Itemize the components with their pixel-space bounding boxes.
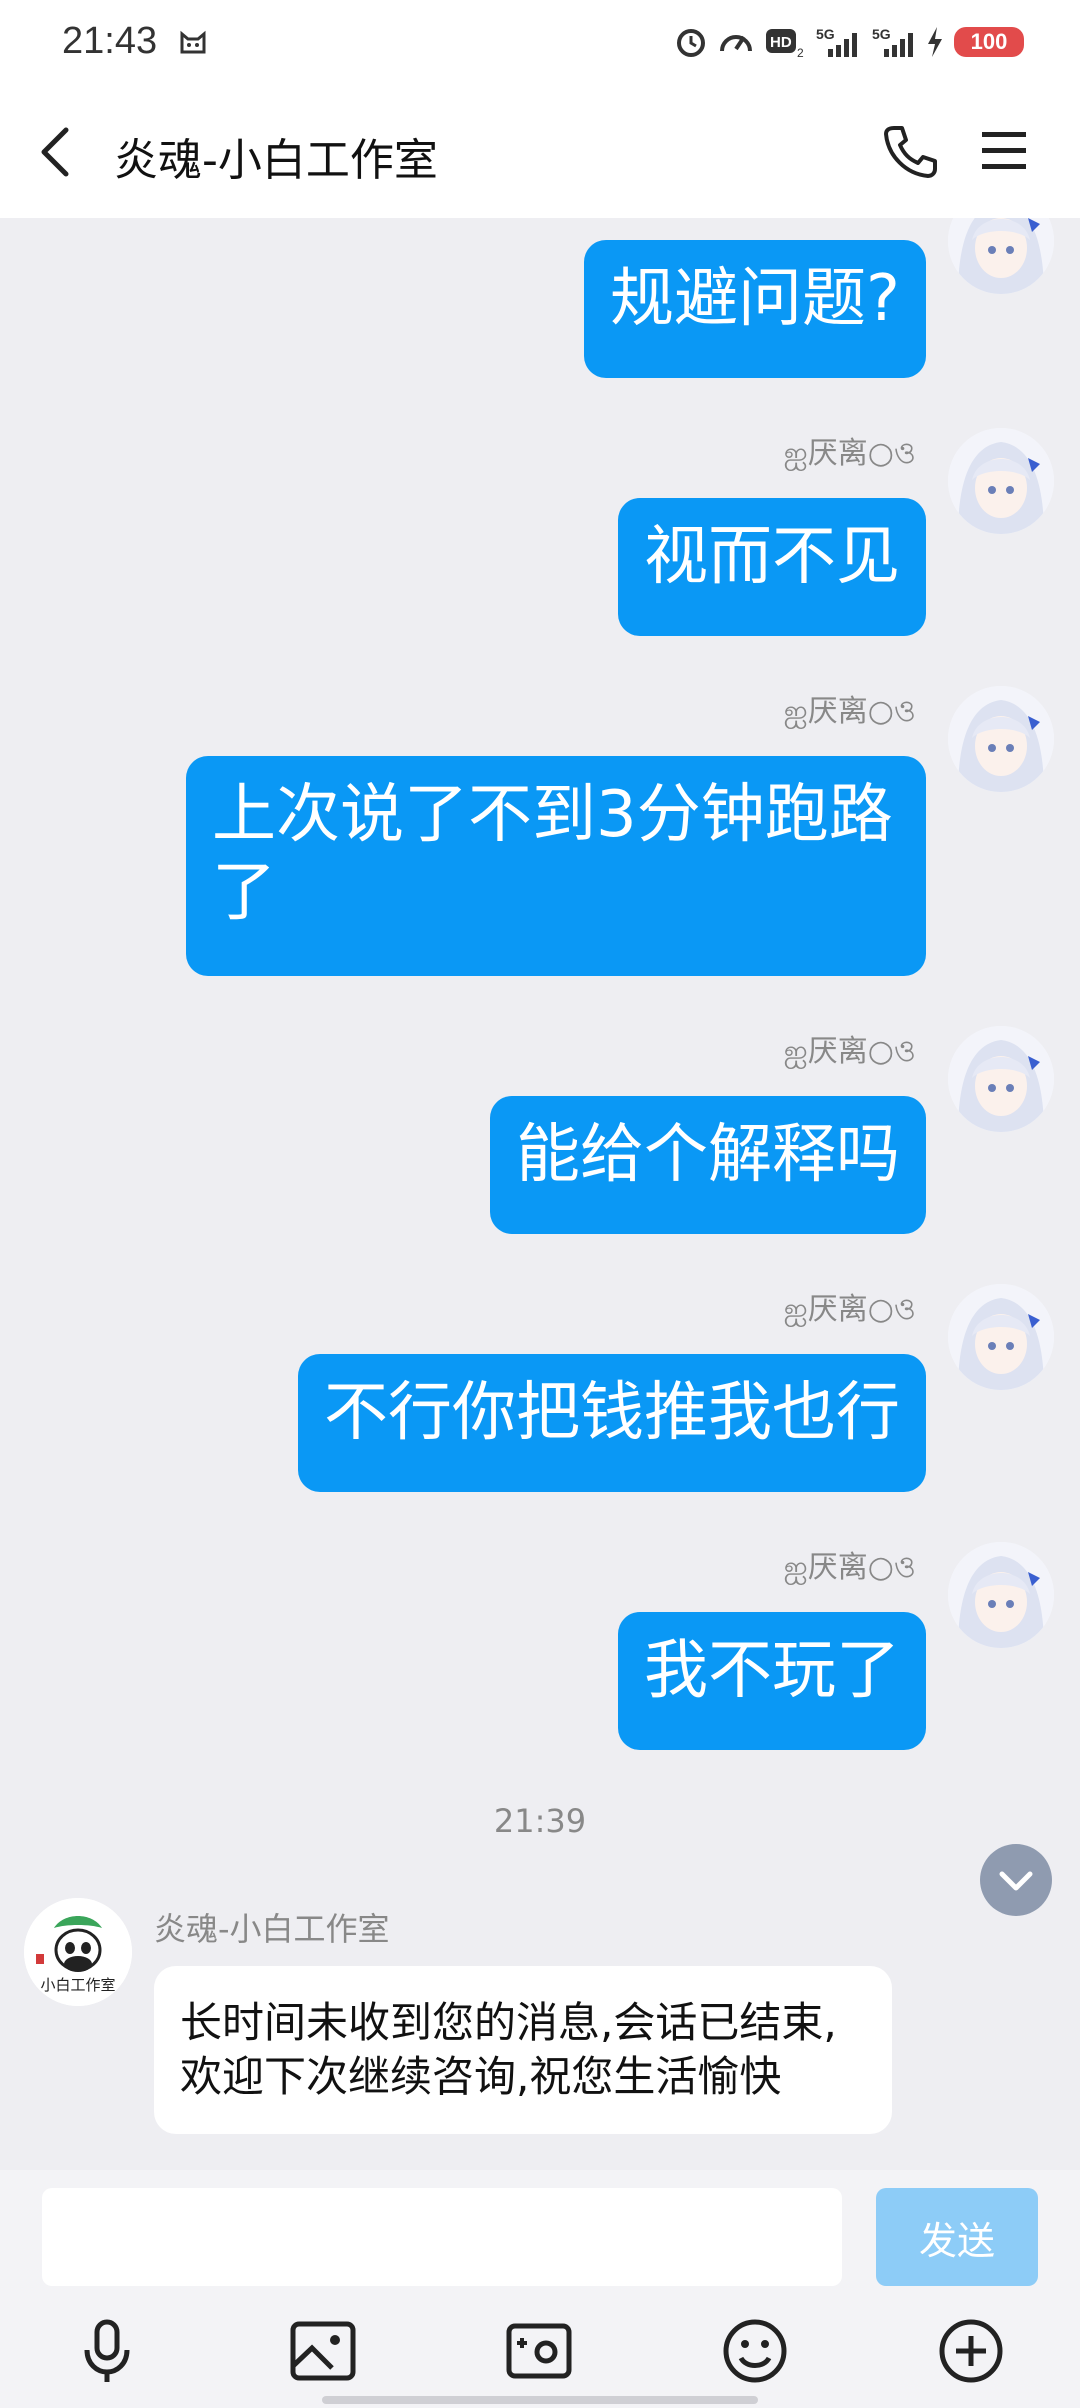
panda-logo-icon: 小白工作室: [24, 1898, 132, 2006]
svg-text:小白工作室: 小白工作室: [40, 1976, 115, 1994]
microphone-icon[interactable]: [72, 2316, 142, 2386]
message-text: 能给个解释吗: [516, 1118, 900, 1192]
message-text: 长时间未收到您的消息,会话已结束,欢迎下次继续咨询,祝您生活愉快: [180, 1998, 837, 2101]
speedometer-icon: [720, 35, 752, 52]
status-icons: HD 2 5G 5G 100: [674, 22, 1024, 62]
camera-icon[interactable]: [504, 2316, 574, 2386]
anime-avatar-icon: [948, 686, 1054, 792]
send-button[interactable]: 发送: [876, 2188, 1038, 2286]
scroll-to-bottom-button[interactable]: [980, 1844, 1052, 1916]
avatar[interactable]: [948, 686, 1054, 792]
signal-icon: 5G: [816, 26, 857, 57]
avatar[interactable]: [948, 428, 1054, 534]
charging-icon: [928, 27, 942, 57]
plus-more-icon[interactable]: [936, 2316, 1006, 2386]
outgoing-message[interactable]: 上次说了不到3分钟跑路了: [186, 756, 926, 976]
back-arrow-icon[interactable]: [36, 124, 76, 180]
avatar[interactable]: [948, 218, 1054, 294]
sender-nickname: ஐ厌离○ও: [783, 1550, 916, 1585]
outgoing-message[interactable]: 不行你把钱推我也行: [298, 1354, 926, 1492]
avatar[interactable]: [948, 1026, 1054, 1132]
svg-text:5G: 5G: [872, 26, 891, 42]
avatar[interactable]: [948, 1542, 1054, 1648]
message-input[interactable]: [42, 2188, 842, 2286]
incoming-message[interactable]: 长时间未收到您的消息,会话已结束,欢迎下次继续咨询,祝您生活愉快: [154, 1966, 892, 2134]
anime-avatar-icon: [948, 1026, 1054, 1132]
avatar[interactable]: 小白工作室: [24, 1898, 132, 2006]
svg-text:HD: HD: [770, 34, 792, 51]
anime-avatar-icon: [948, 1542, 1054, 1648]
status-bar: 21:43 HD 2 5G 5G 100: [0, 0, 1080, 86]
menu-icon[interactable]: [980, 130, 1028, 172]
sender-nickname: ஐ厌离○ও: [783, 694, 916, 729]
message-text: 规避问题?: [610, 262, 900, 336]
outgoing-message[interactable]: 规避问题?: [584, 240, 926, 378]
svg-text:2: 2: [797, 46, 804, 59]
chat-message-list[interactable]: 规避问题? ஐ厌离○ও 视而不见 ஐ厌离○ও 上次说了不到3分钟跑路了 ஐ厌离○…: [0, 218, 1080, 2170]
status-time: 21:43: [62, 20, 158, 62]
signal-icon-2: 5G: [872, 26, 913, 57]
message-text: 不行你把钱推我也行: [324, 1376, 900, 1450]
outgoing-message[interactable]: 能给个解释吗: [490, 1096, 926, 1234]
home-indicator[interactable]: [322, 2396, 758, 2404]
message-text: 我不玩了: [644, 1634, 900, 1708]
sender-nickname: ஐ厌离○ও: [783, 436, 916, 471]
anime-avatar-icon: [948, 1284, 1054, 1390]
chat-title: 炎魂-小白工作室: [114, 135, 438, 186]
chat-header: 炎魂-小白工作室: [0, 86, 1080, 218]
anime-avatar-icon: [948, 218, 1054, 294]
outgoing-message[interactable]: 视而不见: [618, 498, 926, 636]
outgoing-message[interactable]: 我不玩了: [618, 1612, 926, 1750]
cat-icon: [180, 30, 206, 54]
sender-nickname: 炎魂-小白工作室: [154, 1910, 390, 1948]
sender-nickname: ஐ厌离○ও: [783, 1292, 916, 1327]
battery-indicator: 100: [954, 27, 1024, 57]
svg-text:5G: 5G: [816, 26, 835, 42]
alarm-icon: [677, 29, 705, 57]
sender-nickname: ஐ厌离○ও: [783, 1034, 916, 1069]
input-toolbar: [0, 2294, 1080, 2408]
phone-call-icon[interactable]: [880, 122, 940, 182]
input-bar: 发送: [0, 2170, 1080, 2294]
anime-avatar-icon: [948, 428, 1054, 534]
image-gallery-icon[interactable]: [288, 2316, 358, 2386]
message-text: 上次说了不到3分钟跑路了: [212, 778, 893, 930]
chevron-down-icon: [999, 1871, 1033, 1891]
hd-icon: HD 2: [766, 29, 804, 59]
message-text: 视而不见: [644, 520, 900, 594]
time-separator: 21:39: [493, 1802, 587, 1840]
avatar[interactable]: [948, 1284, 1054, 1390]
emoji-icon[interactable]: [720, 2316, 790, 2386]
